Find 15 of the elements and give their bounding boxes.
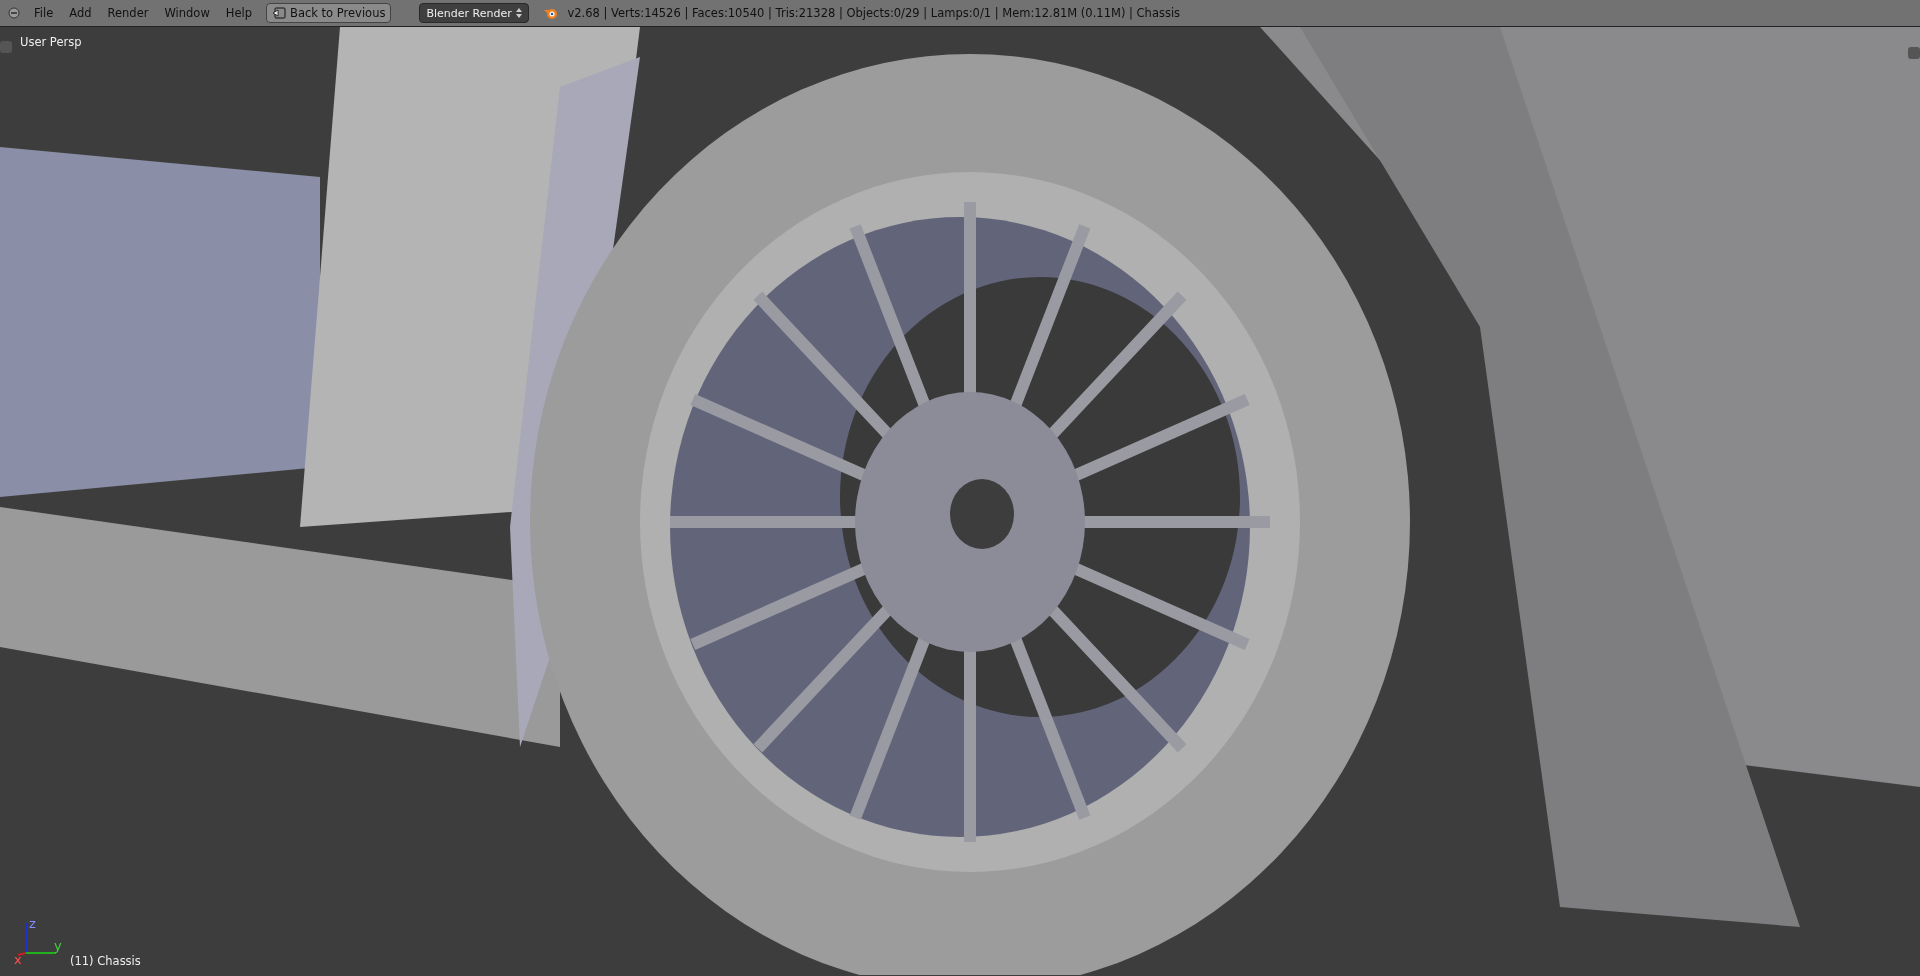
scene-stats: v2.68 | Verts:14526 | Faces:10540 | Tris:21328 | Objects:0/29 | Lamps:0/1 | Mem:12.81M (0.11M) | Chassis: [567, 6, 1181, 20]
view-label: User Persp: [20, 35, 82, 49]
blender-logo-icon: [543, 6, 560, 20]
object-label: (11) Chassis: [70, 954, 141, 968]
render-engine-dropdown[interactable]: Blender Render: [419, 3, 530, 23]
menu-item[interactable]: Help: [217, 6, 261, 20]
menu-item[interactable]: Add: [61, 6, 100, 20]
axis-gizmo-drawing: x y z: [14, 915, 64, 965]
menu-item[interactable]: Window: [156, 6, 218, 20]
screen-back-icon: [272, 7, 287, 19]
menu-item[interactable]: Render: [99, 6, 157, 20]
updown-icon: [516, 7, 523, 19]
back-to-previous-button[interactable]: Back to Previous: [266, 3, 392, 23]
collapse-icon[interactable]: [8, 7, 20, 19]
menu-item[interactable]: File: [26, 6, 62, 20]
